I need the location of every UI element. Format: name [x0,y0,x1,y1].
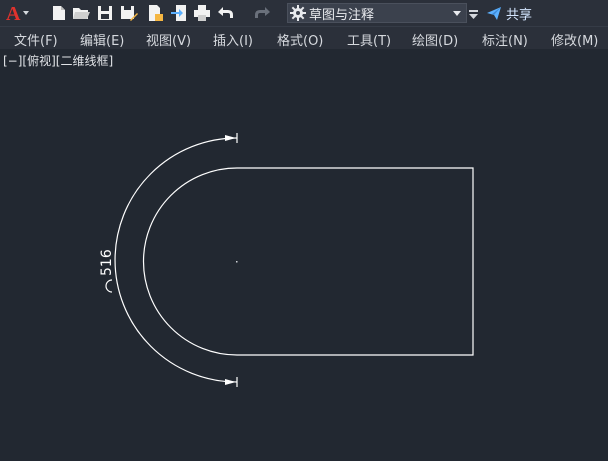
menu-tools[interactable]: 工具(T) [347,30,391,49]
workspace-label: 草图与注释 [309,7,375,23]
menu-format[interactable]: 格式(O) [277,30,323,49]
publish-icon[interactable] [145,3,165,23]
u-shape-outline[interactable] [142,167,474,356]
new-file-icon[interactable] [49,3,69,23]
viewport-controls-label[interactable]: [−][俯视][二维线框] [3,52,113,69]
menu-bar: 文件(F) 编辑(E) 视图(V) 插入(I) 格式(O) 工具(T) 绘图(D… [0,26,608,49]
arrowhead-top [225,135,236,141]
share-button[interactable]: 共享 [486,3,532,23]
menu-view[interactable]: 视图(V) [146,30,191,49]
save-as-icon[interactable] [119,3,139,23]
share-label: 共享 [506,7,533,23]
menu-dimension[interactable]: 标注(N) [482,30,528,49]
drawing-canvas[interactable]: 516 [0,48,608,457]
chevron-down-icon [453,11,461,16]
undo-icon[interactable] [216,3,236,23]
menu-draw[interactable]: 绘图(D) [412,30,458,49]
arc-length-symbol [105,279,113,293]
menu-modify[interactable]: 修改(M) [551,30,598,49]
save-icon[interactable] [95,3,115,23]
import-icon[interactable] [169,3,189,23]
arrowhead-bottom [225,379,236,385]
quick-access-toolbar: A 草图与注释 共享 [0,0,608,26]
dimension-text[interactable]: 516 [99,249,115,276]
menu-insert[interactable]: 插入(I) [213,30,253,49]
center-point [236,261,238,263]
redo-icon[interactable] [252,3,272,23]
send-icon [487,7,501,20]
customize-dropdown-icon[interactable] [468,6,480,25]
arc-dimension-line[interactable] [114,137,238,383]
workspace-dropdown[interactable]: 草图与注释 [287,3,467,23]
print-icon[interactable] [192,3,212,23]
gear-icon [290,5,306,21]
menu-file[interactable]: 文件(F) [14,30,58,49]
app-logo-icon[interactable]: A [3,2,33,25]
open-folder-icon[interactable] [71,3,91,23]
svg-text:A: A [6,3,21,24]
menu-edit[interactable]: 编辑(E) [80,30,124,49]
